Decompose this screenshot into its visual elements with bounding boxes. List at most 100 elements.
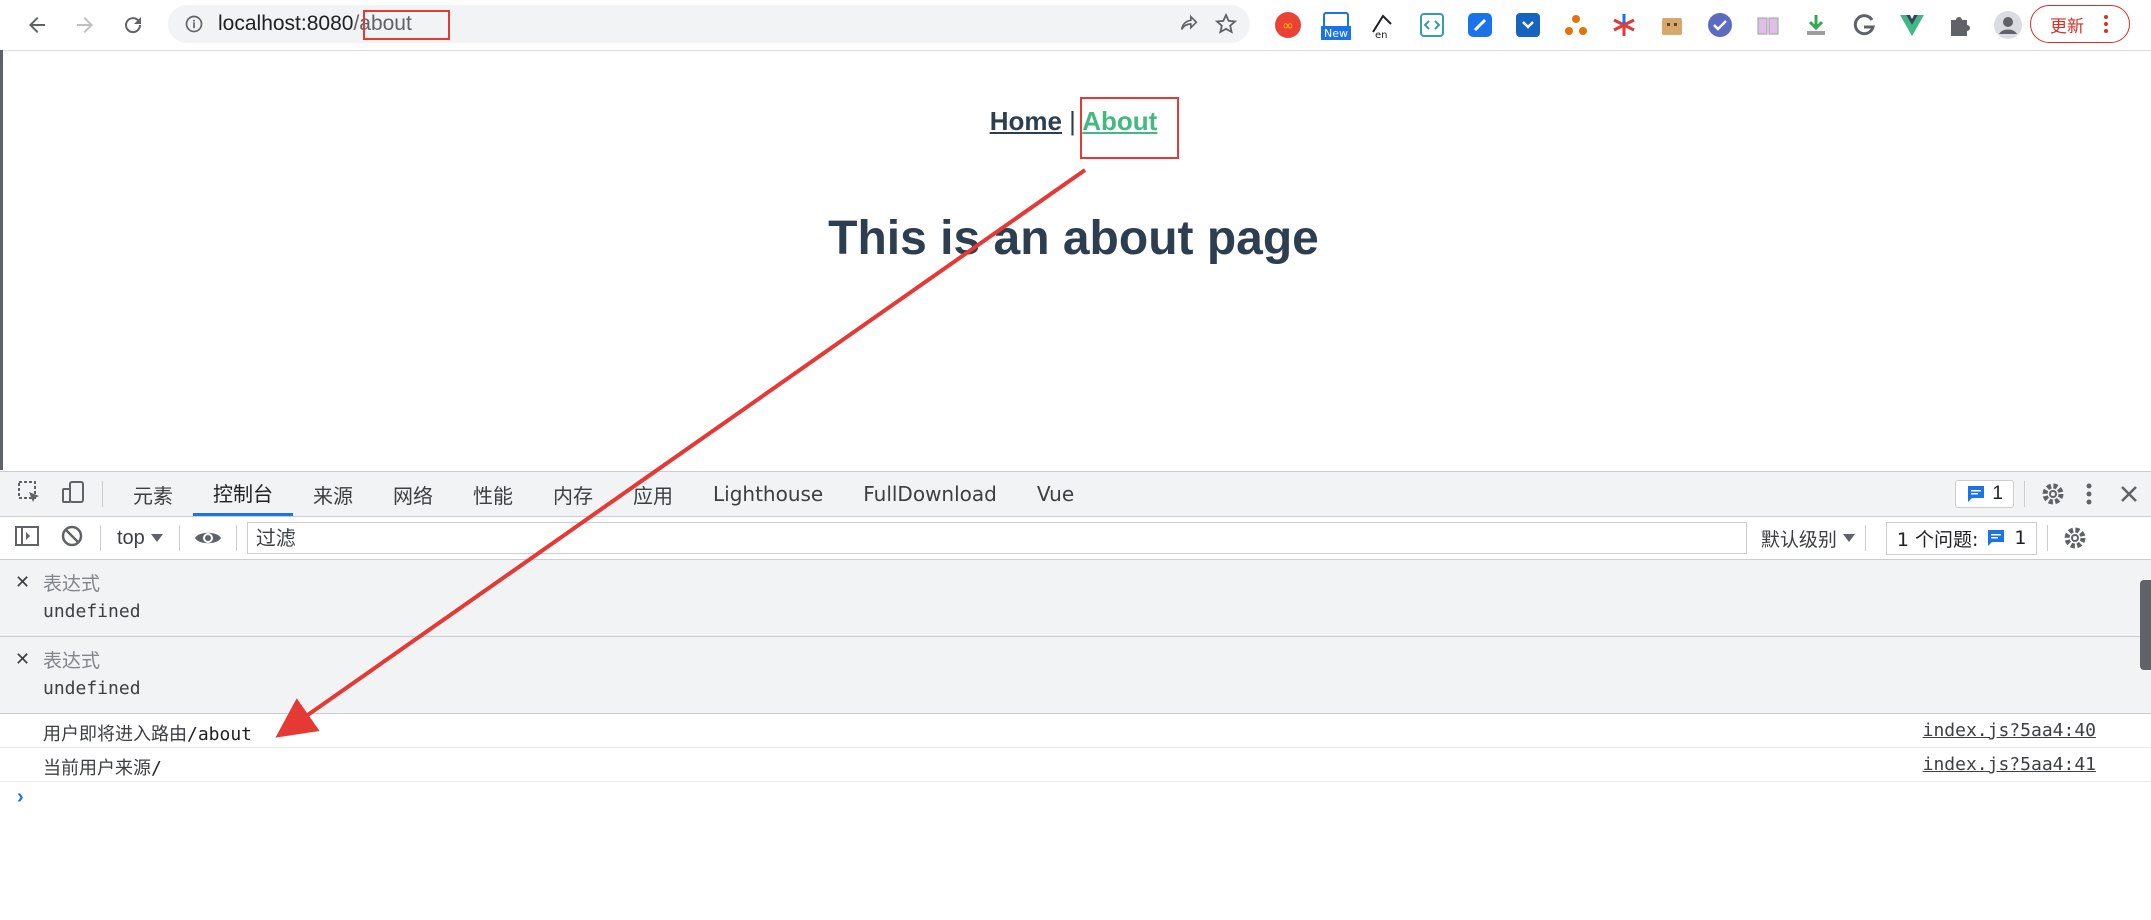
infinity-icon[interactable]: ∞ bbox=[1270, 7, 1306, 43]
tab-performance[interactable]: 性能 bbox=[453, 472, 533, 516]
puzzle-icon[interactable] bbox=[1942, 7, 1978, 43]
about-link-highlight bbox=[1080, 97, 1179, 159]
message-path: / bbox=[151, 758, 162, 779]
update-button[interactable]: 更新 bbox=[2030, 5, 2130, 43]
settings-button[interactable] bbox=[2035, 481, 2071, 507]
message-text: 用户即将进入路由 bbox=[43, 724, 187, 745]
sidebar-toggle-button[interactable] bbox=[14, 525, 44, 552]
reload-icon bbox=[125, 17, 142, 34]
source-link[interactable]: index.js?5aa4:41 bbox=[1923, 754, 2096, 775]
avatar-icon[interactable] bbox=[1990, 7, 2026, 43]
translate-icon[interactable]: en bbox=[1366, 7, 1402, 43]
block-icon bbox=[61, 525, 83, 546]
inspect-icon bbox=[18, 480, 39, 502]
devtools-tabbar: 元素 控制台 来源 网络 性能 内存 应用 Lighthouse FullDow… bbox=[0, 471, 2151, 517]
filter-input[interactable] bbox=[246, 522, 1747, 554]
issues-label: 1 个问题: bbox=[1896, 528, 1979, 551]
arrow-right-icon bbox=[77, 17, 93, 33]
tab-vue[interactable]: Vue bbox=[1017, 472, 1094, 516]
issues-count: 1 bbox=[2014, 527, 2027, 549]
reload-button[interactable] bbox=[109, 1, 157, 49]
network-icon[interactable] bbox=[1558, 7, 1594, 43]
console-prompt[interactable]: › bbox=[0, 782, 2151, 812]
update-label: 更新 bbox=[2050, 16, 2084, 37]
code-icon[interactable] bbox=[1414, 7, 1450, 43]
console-settings-button[interactable] bbox=[2058, 525, 2092, 551]
vue-icon[interactable] bbox=[1894, 7, 1930, 43]
url-host: localhost:8080 bbox=[218, 12, 354, 35]
tab-application[interactable]: 应用 bbox=[613, 472, 693, 516]
asterisk-icon[interactable] bbox=[1606, 7, 1642, 43]
divider bbox=[2024, 481, 2025, 507]
more-options-button[interactable] bbox=[2071, 483, 2107, 505]
console-message-text: 用户即将进入路由/about bbox=[43, 720, 252, 746]
live-expression-button[interactable] bbox=[190, 529, 226, 547]
back-button[interactable] bbox=[13, 1, 61, 49]
nav-link-home[interactable]: Home bbox=[990, 106, 1062, 136]
scrollbar-handle[interactable] bbox=[2140, 580, 2151, 670]
remove-expression-button[interactable]: ✕ bbox=[15, 649, 30, 670]
expression-label[interactable]: 表达式 bbox=[43, 646, 100, 673]
address-bar[interactable]: localhost:8080/about bbox=[168, 5, 1250, 43]
issues-button[interactable]: 1 个问题: 1 bbox=[1885, 521, 2038, 555]
share-icon[interactable] bbox=[1178, 13, 1200, 35]
tab-console[interactable]: 控制台 bbox=[193, 472, 293, 516]
context-select[interactable]: top bbox=[111, 527, 169, 550]
prompt-chevron-icon: › bbox=[17, 786, 24, 808]
feather-icon[interactable] bbox=[1462, 7, 1498, 43]
bag-icon[interactable] bbox=[1654, 7, 1690, 43]
info-icon bbox=[185, 15, 203, 33]
console-message-text: 当前用户来源/ bbox=[43, 754, 162, 780]
close-devtools-button[interactable] bbox=[2107, 484, 2151, 504]
source-link[interactable]: index.js?5aa4:40 bbox=[1923, 720, 2096, 741]
caret-down-icon bbox=[150, 534, 163, 542]
clear-console-button[interactable] bbox=[60, 524, 90, 553]
tab-elements[interactable]: 元素 bbox=[113, 472, 193, 516]
page-viewport: Home | About This is an about page bbox=[3, 51, 2144, 471]
router-nav: Home | About bbox=[3, 106, 2144, 137]
device-toolbar-button[interactable] bbox=[60, 479, 92, 510]
gear-icon bbox=[2042, 483, 2064, 505]
tab-fulldownload[interactable]: FullDownload bbox=[843, 472, 1017, 516]
tab-memory[interactable]: 内存 bbox=[533, 472, 613, 516]
checkmark-circle-icon[interactable] bbox=[1702, 7, 1738, 43]
more-vertical-icon bbox=[2104, 15, 2108, 33]
divider bbox=[178, 525, 180, 551]
forward-button[interactable] bbox=[61, 1, 109, 49]
console-toolbar: top 默认级别 1 个问题: 1 bbox=[0, 517, 2151, 560]
divider bbox=[102, 481, 103, 507]
console-message: 用户即将进入路由/about index.js?5aa4:40 bbox=[0, 714, 2151, 748]
gear-icon bbox=[2064, 527, 2086, 549]
sidebar-icon bbox=[15, 525, 39, 546]
context-value: top bbox=[117, 526, 145, 549]
expression-value: undefined bbox=[43, 678, 141, 699]
tab-network[interactable]: 网络 bbox=[373, 472, 453, 516]
star-icon[interactable] bbox=[1214, 12, 1238, 36]
download-icon[interactable] bbox=[1798, 7, 1834, 43]
tab-lighthouse[interactable]: Lighthouse bbox=[693, 472, 843, 516]
book-icon[interactable] bbox=[1750, 7, 1786, 43]
console-message: 当前用户来源/ index.js?5aa4:41 bbox=[0, 748, 2151, 782]
svg-text:en: en bbox=[1375, 30, 1388, 40]
new-tab-icon[interactable]: New bbox=[1318, 7, 1354, 43]
page-heading: This is an about page bbox=[828, 212, 1319, 265]
divider bbox=[235, 525, 237, 551]
log-levels-select[interactable]: 默认级别 bbox=[1761, 525, 1855, 552]
more-vertical-icon bbox=[2086, 483, 2092, 505]
extensions-bar: ∞ New en bbox=[1270, 7, 2038, 43]
caret-down-icon bbox=[1842, 534, 1855, 542]
live-expression: ✕ 表达式 undefined bbox=[0, 637, 2151, 714]
cloud-download-icon[interactable] bbox=[1510, 7, 1546, 43]
close-icon bbox=[2121, 486, 2137, 502]
expression-label[interactable]: 表达式 bbox=[43, 569, 100, 596]
devtools-panel: 元素 控制台 来源 网络 性能 内存 应用 Lighthouse FullDow… bbox=[0, 471, 2151, 920]
remove-expression-button[interactable]: ✕ bbox=[15, 572, 30, 593]
inspect-element-button[interactable] bbox=[16, 479, 48, 510]
message-icon bbox=[1968, 486, 1985, 502]
tab-sources[interactable]: 来源 bbox=[293, 472, 373, 516]
message-text: 当前用户来源 bbox=[43, 758, 151, 779]
issues-badge[interactable]: 1 bbox=[1955, 480, 2014, 508]
arrow-left-icon bbox=[29, 17, 45, 33]
g-icon[interactable] bbox=[1846, 7, 1882, 43]
device-icon bbox=[62, 480, 84, 503]
